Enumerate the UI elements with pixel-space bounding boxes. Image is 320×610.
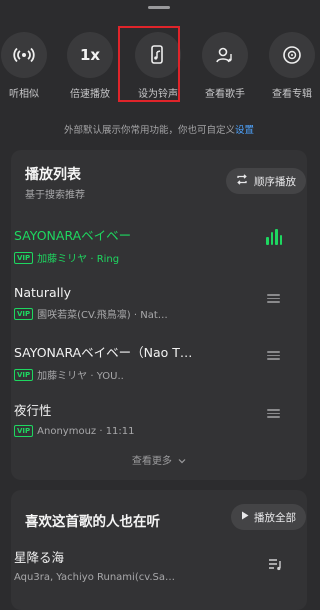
show-more-button[interactable]: 查看更多 — [0, 452, 318, 467]
highlight-frame — [118, 26, 180, 102]
song-meta: VIP 加藤ミリヤ · Ring — [14, 250, 284, 265]
drag-handle-icon[interactable] — [267, 294, 280, 303]
action-label: 查看专辑 — [272, 89, 312, 100]
action-label: 查看歌手 — [205, 89, 245, 100]
song-title: 夜行性 — [14, 403, 52, 418]
artist-icon — [202, 32, 248, 78]
hint-text: 外部默认展示你常用功能，你也可自定义 — [63, 125, 235, 136]
list-item[interactable]: Naturally VIP 園咲若菜(CV.飛鳥凛) · Nat… — [14, 285, 284, 321]
playlist-subtitle: 基于搜索推荐 — [25, 190, 85, 201]
also-listening-title: 喜欢这首歌的人也在听 — [25, 514, 160, 530]
speed-1x-icon: 1x — [67, 32, 113, 78]
song-meta: VIP Anonymouz · 11:11 — [14, 425, 284, 437]
song-artist: 加藤ミリヤ · Ring — [37, 254, 120, 265]
repeat-icon — [236, 174, 248, 188]
song-title: SAYONARAベイベー — [14, 228, 132, 243]
vip-badge: VIP — [14, 251, 34, 264]
settings-link[interactable]: 设置 — [235, 125, 254, 136]
song-title: SAYONARAベイベー（Nao T… — [14, 345, 193, 360]
song-artist: 加藤ミリヤ · YOU.. — [37, 371, 124, 382]
play-order-button[interactable]: 顺序播放 — [226, 168, 306, 194]
song-meta: Aqu3ra, Yachiyo Runami(cv.Sa… — [14, 572, 284, 583]
now-playing-equalizer-icon — [266, 229, 282, 245]
play-all-label: 播放全部 — [254, 511, 296, 524]
playback-speed-button[interactable]: 1x 倍速播放 — [58, 32, 122, 100]
vip-badge: VIP — [14, 307, 34, 320]
view-album-button[interactable]: 查看专辑 — [260, 32, 320, 100]
album-disc-icon — [269, 32, 315, 78]
view-artist-button[interactable]: 查看歌手 — [193, 32, 257, 100]
sheet-drag-handle[interactable] — [148, 6, 170, 9]
action-label: 倍速播放 — [70, 89, 110, 100]
list-item[interactable]: SAYONARAベイベー（Nao T… VIP 加藤ミリヤ · YOU.. — [14, 342, 284, 382]
drag-handle-icon[interactable] — [267, 409, 280, 418]
add-to-playlist-icon[interactable] — [268, 557, 284, 576]
song-title: 星降る海 — [14, 550, 65, 565]
song-artist: Aqu3ra, Yachiyo Runami(cv.Sa… — [14, 572, 176, 583]
song-meta: VIP 加藤ミリヤ · YOU.. — [14, 367, 284, 382]
song-artist: 園咲若菜(CV.飛鳥凛) · Nat… — [37, 310, 168, 321]
customize-hint: 外部默认展示你常用功能，你也可自定义设置 — [0, 122, 318, 136]
playlist-title: 播放列表 — [25, 167, 81, 183]
action-label: 听相似 — [9, 89, 39, 100]
list-item[interactable]: SAYONARAベイベー VIP 加藤ミリヤ · Ring — [14, 225, 284, 265]
vip-badge: VIP — [14, 425, 34, 437]
listen-similar-button[interactable]: 听相似 — [0, 32, 56, 100]
show-more-label: 查看更多 — [131, 456, 172, 467]
song-artist: Anonymouz · 11:11 — [37, 425, 135, 437]
song-meta: VIP 園咲若菜(CV.飛鳥凛) · Nat… — [14, 306, 284, 321]
chevron-down-icon — [178, 456, 186, 467]
play-order-label: 顺序播放 — [254, 175, 296, 188]
broadcast-icon — [1, 32, 47, 78]
drag-handle-icon[interactable] — [267, 351, 280, 360]
vip-badge: VIP — [14, 368, 34, 381]
play-all-button[interactable]: 播放全部 — [231, 504, 306, 530]
play-icon — [241, 511, 249, 523]
song-title: Naturally — [14, 285, 71, 300]
list-item[interactable]: 星降る海 Aqu3ra, Yachiyo Runami(cv.Sa… — [14, 547, 284, 583]
list-item[interactable]: 夜行性 VIP Anonymouz · 11:11 — [14, 400, 284, 437]
